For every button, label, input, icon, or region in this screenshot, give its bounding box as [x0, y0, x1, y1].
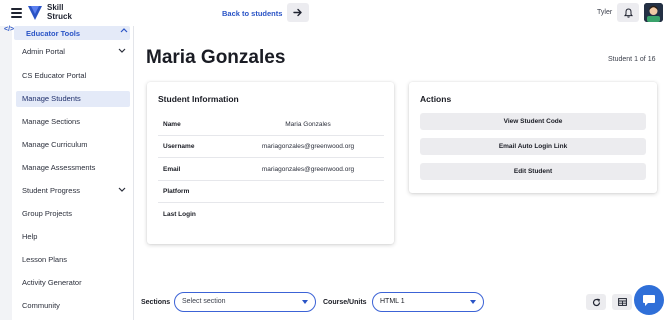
sidebar-item-label: CS Educator Portal: [22, 71, 87, 80]
sections-select[interactable]: Select section: [174, 292, 316, 312]
email-auto-login-link-button[interactable]: Email Auto Login Link: [420, 138, 646, 155]
chevron-up-icon[interactable]: [120, 27, 128, 33]
sidebar-item-label: Manage Students: [22, 94, 81, 103]
sections-select-placeholder: Select section: [182, 298, 226, 305]
sidebar-item-manage-sections[interactable]: Manage Sections: [16, 114, 130, 130]
sidebar-item-label: Activity Generator: [22, 278, 82, 287]
chat-icon: [643, 294, 655, 306]
logo-icon[interactable]: [27, 4, 43, 21]
avatar[interactable]: [644, 3, 663, 22]
top-bar: Skill Struck Back to students Tyler: [0, 0, 670, 26]
sidebar-item-label: Lesson Plans: [22, 255, 68, 264]
user-name[interactable]: Tyler: [597, 9, 612, 16]
info-label: Username: [163, 143, 195, 150]
info-value: Maria Gonzales: [285, 121, 331, 128]
info-label: Name: [163, 121, 181, 128]
sidebar-item-label: Manage Assessments: [22, 163, 96, 172]
code-icon[interactable]: </>: [4, 26, 14, 33]
dropdown-arrow-icon: [470, 300, 476, 304]
sidebar-item-label: Manage Sections: [22, 117, 80, 126]
sidebar-item-label: Admin Portal: [22, 47, 65, 56]
info-row-last-login: Last Login: [158, 204, 384, 226]
view-student-code-button[interactable]: View Student Code: [420, 113, 646, 130]
card-title: Student Information: [158, 94, 239, 104]
student-position: Student 1 of 16: [608, 56, 656, 63]
chevron-down-icon: [118, 48, 126, 53]
chevron-down-icon: [118, 187, 126, 192]
refresh-button[interactable]: [586, 294, 606, 310]
sidebar-item-manage-curriculum[interactable]: Manage Curriculum: [16, 137, 130, 153]
sidebar-item-help[interactable]: Help: [16, 229, 130, 245]
page-title: Maria Gonzales: [146, 47, 286, 68]
sidebar-item-label: Student Progress: [22, 186, 80, 195]
chat-button[interactable]: [634, 285, 664, 315]
info-label: Email: [163, 166, 181, 173]
info-value: mariagonzales@greenwood.org: [261, 143, 355, 150]
actions-card: Actions View Student Code Email Auto Log…: [409, 82, 657, 193]
sidebar-item-label: Help: [22, 232, 38, 241]
info-label: Platform: [163, 188, 190, 195]
student-information-card: Student Information Name Maria Gonzales …: [147, 82, 394, 244]
card-title: Actions: [420, 94, 452, 104]
logo-text[interactable]: Skill Struck: [47, 3, 72, 21]
menu-icon[interactable]: [11, 8, 22, 18]
sidebar-item-community[interactable]: Community: [16, 298, 130, 314]
logo-line-1: Skill: [47, 3, 64, 12]
course-units-select-value: HTML 1: [380, 298, 405, 305]
course-units-select[interactable]: HTML 1: [372, 292, 484, 312]
back-to-students-link[interactable]: Back to students: [222, 9, 282, 18]
table-icon: [617, 298, 627, 306]
notifications-button[interactable]: [617, 3, 639, 22]
sidebar-item-label: Community: [22, 301, 60, 310]
sidebar: </> Educator Tools Admin Portal CS Educa…: [0, 26, 134, 320]
info-row-email: Email mariagonzales@greenwood.org: [158, 159, 384, 181]
sidebar-item-manage-students[interactable]: Manage Students: [16, 91, 130, 107]
sidebar-item-activity-generator[interactable]: Activity Generator: [16, 275, 130, 291]
sidebar-item-student-progress[interactable]: Student Progress: [16, 183, 130, 199]
sidebar-item-manage-assessments[interactable]: Manage Assessments: [16, 160, 130, 176]
sidebar-item-label: Manage Curriculum: [22, 140, 88, 149]
sidebar-item-admin-portal[interactable]: Admin Portal: [16, 44, 130, 60]
course-units-label: Course/Units: [323, 299, 367, 306]
logo-line-2: Struck: [47, 12, 72, 21]
sidebar-item-label: Group Projects: [22, 209, 73, 218]
educator-tools-label[interactable]: Educator Tools: [26, 29, 80, 38]
info-row-platform: Platform: [158, 181, 384, 203]
edit-student-button[interactable]: Edit Student: [420, 163, 646, 180]
info-value: mariagonzales@greenwood.org: [261, 166, 355, 173]
info-label: Last Login: [163, 211, 196, 218]
dropdown-arrow-icon: [302, 300, 308, 304]
info-row-name: Name Maria Gonzales: [158, 114, 384, 136]
refresh-icon: [592, 298, 600, 306]
bell-icon: [623, 7, 633, 18]
table-view-button[interactable]: [612, 294, 632, 310]
sections-label: Sections: [141, 299, 171, 306]
sidebar-item-group-projects[interactable]: Group Projects: [16, 206, 130, 222]
sidebar-item-lesson-plans[interactable]: Lesson Plans: [16, 252, 130, 268]
sidebar-rail: [0, 26, 12, 320]
sidebar-item-cs-educator-portal[interactable]: CS Educator Portal: [16, 68, 130, 84]
arrow-right-icon: [293, 8, 302, 17]
avatar-image: [644, 3, 663, 22]
next-student-button[interactable]: [287, 3, 309, 22]
info-row-username: Username mariagonzales@greenwood.org: [158, 136, 384, 158]
